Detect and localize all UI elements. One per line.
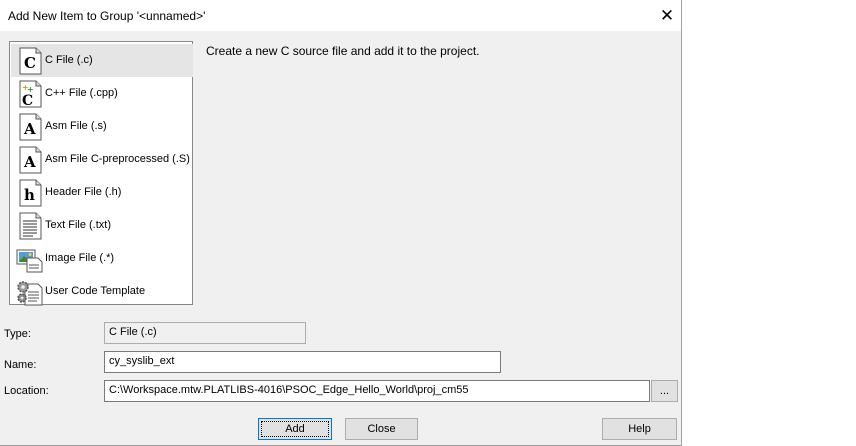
list-item-label: Header File (.h) xyxy=(45,186,122,198)
help-button[interactable]: Help xyxy=(602,418,677,440)
list-item-label: C File (.c) xyxy=(45,54,93,66)
browse-button[interactable]: ... xyxy=(651,380,678,402)
svg-text:C: C xyxy=(24,54,36,72)
focus-rectangle xyxy=(261,421,329,437)
asm-file-icon: A xyxy=(19,113,42,141)
file-type-list[interactable]: C C File (.c) + + C C++ File (.cpp) A As… xyxy=(9,41,193,308)
list-item-label: Image File (.*) xyxy=(45,252,115,264)
add-new-item-dialog: Add New Item to Group '<unnamed>' ✕ C C … xyxy=(0,0,682,446)
list-item-label: C++ File (.cpp) xyxy=(45,87,118,99)
list-item-text-file[interactable]: Text File (.txt) xyxy=(11,209,193,242)
text-file-icon xyxy=(19,212,42,240)
dialog-title: Add New Item to Group '<unnamed>' xyxy=(8,9,206,23)
svg-text:h: h xyxy=(24,186,35,204)
name-label: Name: xyxy=(4,359,37,371)
asm-preprocessed-file-icon: A xyxy=(19,146,42,174)
list-item-cpp-file[interactable]: + + C C++ File (.cpp) xyxy=(11,77,193,110)
list-item-label: Text File (.txt) xyxy=(45,219,112,231)
location-label: Location: xyxy=(4,385,49,397)
list-item-label: Asm File C-preprocessed (.S) xyxy=(45,153,190,165)
item-description: Create a new C source file and add it to… xyxy=(206,44,480,58)
close-button[interactable]: Close xyxy=(345,418,418,440)
svg-text:A: A xyxy=(23,153,36,171)
title-bar: Add New Item to Group '<unnamed>' ✕ xyxy=(0,0,681,31)
image-file-icon xyxy=(16,249,43,273)
cpp-file-icon: + + C xyxy=(19,80,42,108)
type-field: C File (.c) xyxy=(104,322,306,344)
user-code-template-icon xyxy=(17,281,43,306)
svg-text:A: A xyxy=(23,120,36,138)
c-file-icon: C xyxy=(19,47,42,75)
list-item-asm-preprocessed-file[interactable]: A Asm File C-preprocessed (.S) xyxy=(11,143,193,176)
close-icon[interactable]: ✕ xyxy=(656,6,678,26)
header-file-icon: h xyxy=(19,179,42,207)
list-item-c-file[interactable]: C C File (.c) xyxy=(11,44,193,77)
list-item-header-file[interactable]: h Header File (.h) xyxy=(11,176,193,209)
list-item-image-file[interactable]: Image File (.*) xyxy=(11,242,193,275)
add-button[interactable]: Add xyxy=(258,418,332,440)
list-item-user-code-template[interactable]: User Code Template xyxy=(11,275,193,308)
list-item-asm-file[interactable]: A Asm File (.s) xyxy=(11,110,193,143)
list-item-label: User Code Template xyxy=(45,285,146,297)
type-label: Type: xyxy=(4,328,31,340)
location-input[interactable]: C:\Workspace.mtw.PLATLIBS-4016\PSOC_Edge… xyxy=(104,380,650,402)
svg-text:C: C xyxy=(22,93,33,108)
name-input[interactable]: cy_syslib_ext xyxy=(104,351,501,373)
list-item-label: Asm File (.s) xyxy=(45,120,107,132)
